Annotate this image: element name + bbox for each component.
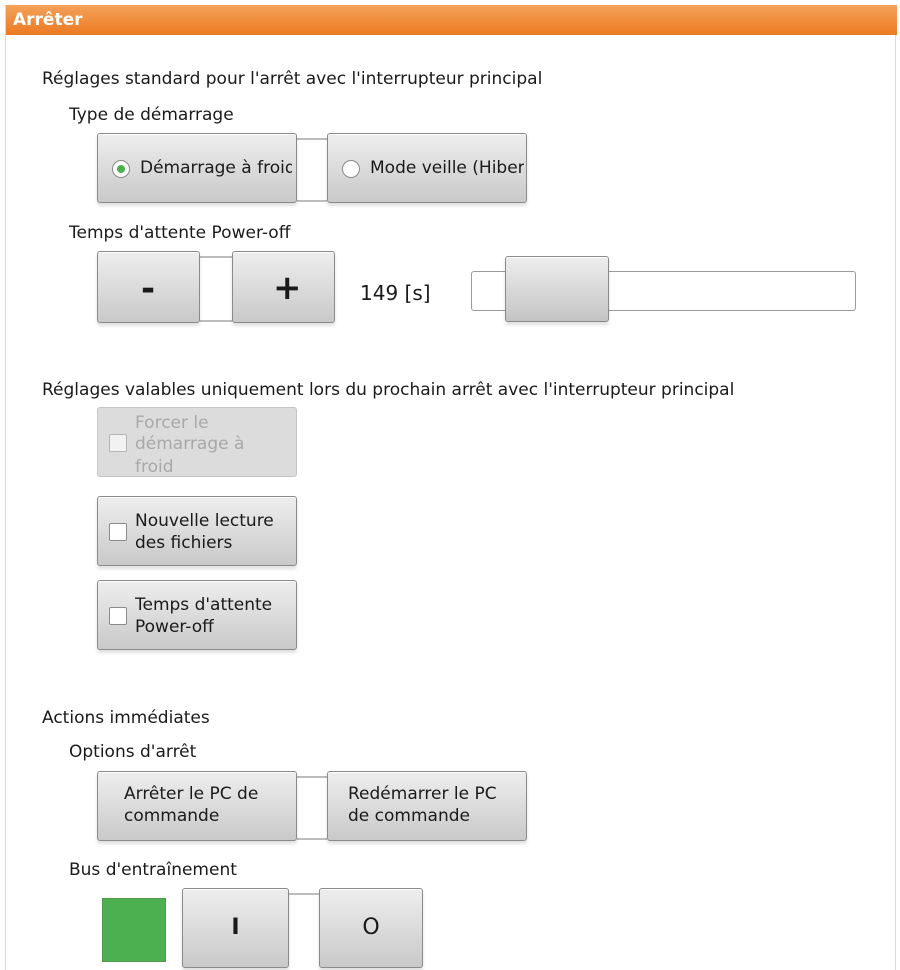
drive-bus-on-icon: I: [231, 917, 240, 938]
restart-pc-line1: Redémarrer le PC: [348, 784, 497, 804]
startup-hibernate-button[interactable]: Mode veille (Hibernation): [327, 133, 527, 203]
wait-time-value: 149 [s]: [360, 281, 431, 305]
force-cold-start-button[interactable]: Forcer le démarrage à froid: [97, 407, 297, 477]
shutdown-options-label: Options d'arrêt: [69, 742, 197, 762]
force-cold-start-line1: Forcer le: [135, 413, 209, 433]
drive-bus-status-indicator: [102, 898, 166, 962]
segment-connector: [289, 893, 319, 895]
drive-bus-on-button[interactable]: I: [182, 888, 289, 968]
checkbox-icon: [109, 434, 127, 452]
restart-pc-button[interactable]: Redémarrer le PC de commande: [327, 771, 527, 841]
standard-settings-heading: Réglages standard pour l'arrêt avec l'in…: [42, 69, 543, 89]
startup-hibernate-label: Mode veille (Hibernation): [370, 158, 524, 178]
segment-connector: [200, 256, 232, 258]
force-cold-start-line2: démarrage à: [135, 434, 245, 454]
drive-bus-label: Bus d'entraînement: [69, 860, 237, 880]
checkbox-icon: [109, 607, 127, 625]
startup-cold-button[interactable]: Démarrage à froid: [97, 133, 297, 203]
radio-dot-icon: [117, 165, 125, 173]
reread-files-button[interactable]: Nouvelle lecture des fichiers: [97, 496, 297, 566]
wait-time-override-line2: Power-off: [135, 617, 214, 637]
segment-connector: [297, 838, 327, 840]
startup-type-label: Type de démarrage: [69, 105, 234, 125]
next-shutdown-heading: Réglages valables uniquement lors du pro…: [42, 380, 735, 400]
shutdown-pc-button[interactable]: Arrêter le PC de commande: [97, 771, 297, 841]
wait-time-label: Temps d'attente Power-off: [69, 223, 291, 243]
reread-files-line2: des fichiers: [135, 533, 233, 553]
wait-time-override-line1: Temps d'attente: [135, 595, 273, 615]
segment-connector: [200, 320, 232, 322]
wait-time-slider[interactable]: [471, 256, 856, 322]
minus-icon: -: [141, 269, 156, 309]
startup-cold-label: Démarrage à froid: [140, 158, 292, 178]
segment-connector: [297, 138, 327, 140]
segment-connector: [297, 200, 327, 202]
increment-button[interactable]: +: [232, 251, 335, 323]
slider-thumb[interactable]: [505, 256, 609, 322]
decrement-button[interactable]: -: [97, 251, 200, 323]
wait-time-override-button[interactable]: Temps d'attente Power-off: [97, 580, 297, 650]
shutdown-pc-line2: commande: [124, 806, 220, 826]
shutdown-pc-line1: Arrêter le PC de: [124, 784, 259, 804]
force-cold-start-line3: froid: [135, 457, 174, 477]
radio-unselected-icon: [342, 160, 360, 178]
panel-title: Arrêter: [6, 5, 897, 35]
segment-connector: [297, 776, 327, 778]
immediate-actions-heading: Actions immédiates: [42, 708, 210, 728]
radio-selected-icon: [112, 160, 130, 178]
reread-files-line1: Nouvelle lecture: [135, 511, 274, 531]
drive-bus-off-button[interactable]: O: [319, 888, 423, 968]
shutdown-panel: Arrêter Réglages standard pour l'arrêt a…: [5, 5, 897, 970]
plus-icon: +: [273, 268, 302, 308]
checkbox-icon: [109, 523, 127, 541]
drive-bus-off-icon: O: [362, 917, 380, 938]
restart-pc-line2: de commande: [348, 806, 470, 826]
